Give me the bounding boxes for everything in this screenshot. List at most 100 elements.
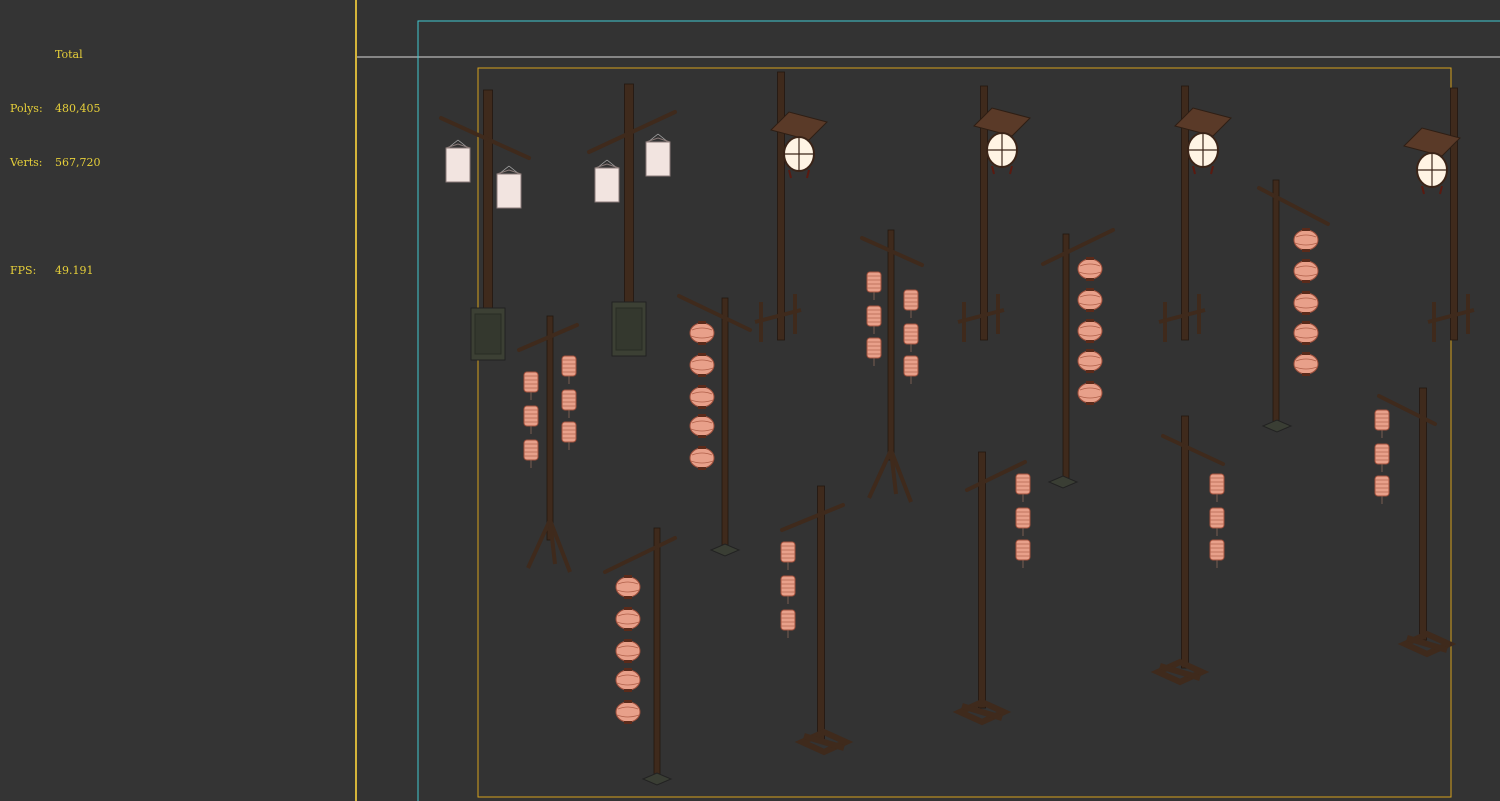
lantern-pole-10: [952, 451, 1031, 726]
lantern-pole-15: [1041, 228, 1115, 489]
lantern-cap: [1302, 321, 1310, 324]
lantern-base: [1302, 280, 1310, 283]
pole-shaft: [1272, 179, 1280, 426]
cylinder-lantern: [1374, 443, 1390, 465]
red-lantern: [1077, 350, 1103, 372]
perspective-viewport[interactable]: [357, 0, 1500, 801]
red-lantern: [1077, 320, 1103, 342]
stats-spacer: [10, 208, 101, 226]
lantern-top: [496, 169, 522, 175]
pole-shaft: [887, 229, 895, 461]
cylinder-lantern: [1374, 409, 1390, 431]
pole-shaft: [624, 83, 634, 304]
polys-row: Polys: 480,405: [10, 100, 101, 118]
lantern-pole-7: [517, 315, 579, 573]
tripod-leg: [526, 519, 552, 569]
cylinder-lantern: [1209, 539, 1225, 561]
square-lantern: [594, 167, 620, 203]
crossbar: [1161, 434, 1225, 466]
lantern-cap: [698, 321, 706, 324]
red-lantern: [1293, 229, 1319, 251]
lantern-cap: [698, 353, 706, 356]
pole-shaft: [721, 297, 729, 549]
cylinder-lantern: [866, 337, 882, 359]
red-lantern: [1293, 292, 1319, 314]
cylinder-lantern: [903, 323, 919, 345]
red-lantern: [615, 640, 641, 662]
lantern-base: [698, 342, 706, 345]
crossbar: [1257, 186, 1330, 226]
lantern-pole-5: [1158, 85, 1232, 342]
square-lantern: [445, 147, 471, 183]
lantern-top: [445, 143, 471, 149]
pole-shaft: [1450, 87, 1458, 341]
lantern-cap: [1086, 349, 1094, 352]
lantern-pole-9: [780, 485, 854, 756]
cylinder-lantern: [1209, 473, 1225, 495]
red-lantern: [689, 322, 715, 344]
lantern-pole-3: [754, 71, 828, 342]
lantern-base: [1086, 370, 1094, 373]
lantern-cap: [624, 575, 632, 578]
lantern-pole-6: [1403, 87, 1475, 342]
lantern-base: [1086, 309, 1094, 312]
lantern-pole-13: [677, 294, 752, 557]
stone-panel: [615, 307, 643, 351]
red-lantern: [615, 576, 641, 598]
support-post: [996, 294, 1000, 334]
polys-label: Polys:: [10, 102, 43, 115]
support-post: [1466, 294, 1470, 334]
red-lantern: [689, 386, 715, 408]
pole-shaft: [777, 71, 785, 341]
lantern-base: [698, 374, 706, 377]
red-lantern: [615, 608, 641, 630]
support-post: [793, 294, 797, 334]
lantern-cap: [624, 668, 632, 671]
lantern-cap: [624, 639, 632, 642]
lantern-base: [1302, 249, 1310, 252]
verts-row: Verts: 567,720: [10, 154, 101, 172]
scene-canvas[interactable]: [357, 0, 1500, 801]
pole-shaft: [1419, 387, 1427, 641]
lantern-pole-11: [1150, 415, 1225, 686]
fps-label: FPS:: [10, 264, 37, 277]
red-lantern: [1077, 382, 1103, 404]
stats-header-row: Total: [10, 46, 101, 64]
lantern-base: [624, 689, 632, 692]
stats-header: Total: [55, 48, 83, 61]
lantern-cap: [1302, 291, 1310, 294]
safe-frame-outer: [417, 20, 1500, 801]
cylinder-lantern: [523, 439, 539, 461]
lantern-top: [594, 163, 620, 169]
polys-value: 480,405: [55, 102, 101, 115]
lantern-cap: [1086, 257, 1094, 260]
cylinder-lantern: [903, 355, 919, 377]
red-lantern: [689, 415, 715, 437]
crossbar: [1041, 228, 1115, 266]
lantern-pole-2: [587, 83, 677, 357]
lantern-base: [1302, 312, 1310, 315]
cylinder-lantern: [1015, 473, 1031, 495]
red-lantern: [689, 447, 715, 469]
small-base: [709, 543, 741, 557]
stats-viewport[interactable]: Total Polys: 480,405 Verts: 567,720 FPS: 49…: [0, 0, 355, 801]
lantern-cap: [624, 607, 632, 610]
support-post: [1197, 294, 1201, 334]
lantern-base: [1086, 402, 1094, 405]
lantern-cap: [1302, 352, 1310, 355]
lantern-poles: [439, 71, 1475, 786]
pole-shaft: [1181, 415, 1189, 669]
lantern-base: [624, 628, 632, 631]
cylinder-lantern: [561, 389, 577, 411]
small-base: [1261, 419, 1293, 433]
lantern-base: [1086, 340, 1094, 343]
cylinder-lantern: [780, 541, 796, 563]
red-lantern: [689, 354, 715, 376]
cylinder-lantern: [1015, 539, 1031, 561]
verts-label: Verts:: [10, 156, 43, 169]
red-lantern: [1293, 353, 1319, 375]
pole-shaft: [817, 485, 825, 741]
lantern-base: [698, 406, 706, 409]
lantern-pole-8: [860, 229, 924, 503]
lantern-cap: [698, 446, 706, 449]
